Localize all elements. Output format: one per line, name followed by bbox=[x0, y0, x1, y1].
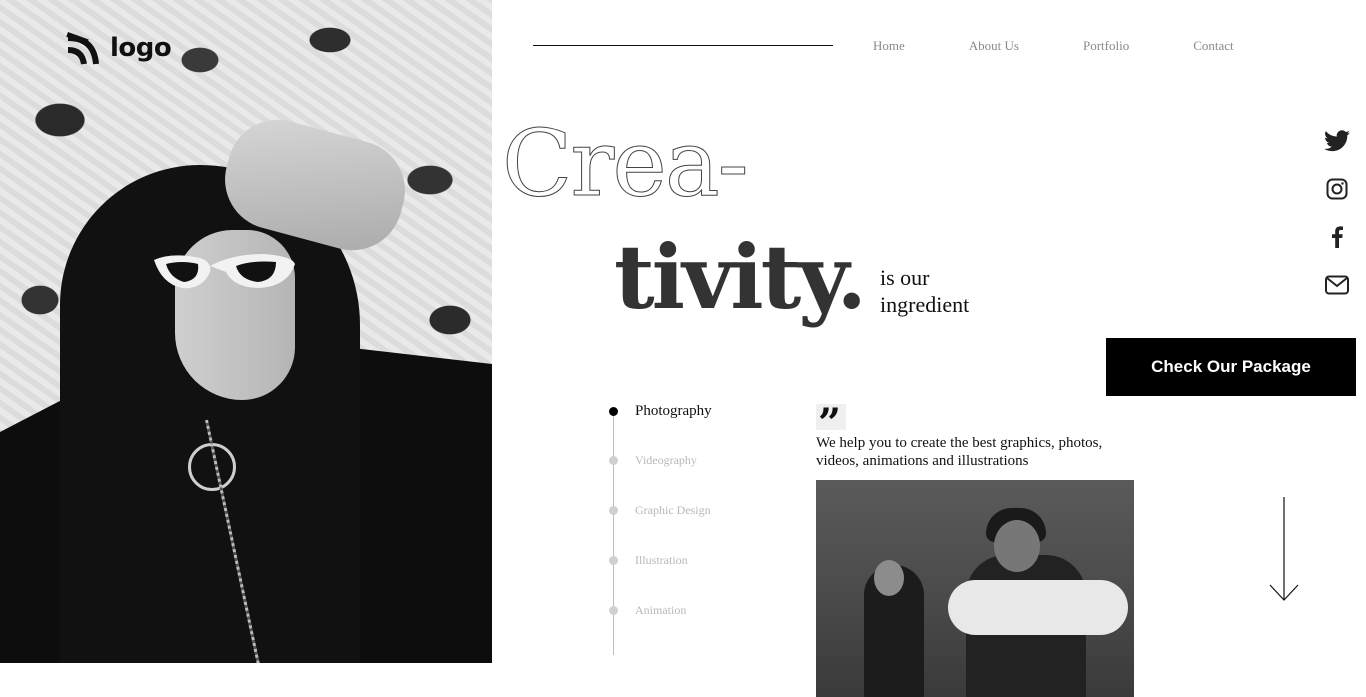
rss-logo-icon bbox=[66, 32, 99, 65]
nav-contact[interactable]: Contact bbox=[1193, 38, 1233, 54]
quote-text: We help you to create the best graphics,… bbox=[816, 435, 1103, 469]
nav-divider bbox=[533, 45, 833, 46]
nav-portfolio[interactable]: Portfolio bbox=[1083, 38, 1129, 54]
twitter-icon[interactable] bbox=[1324, 128, 1350, 154]
sunglasses bbox=[154, 254, 295, 289]
service-item-animation[interactable]: Animation bbox=[609, 603, 686, 618]
headline-outline: Crea- bbox=[502, 110, 750, 217]
scroll-down-arrow-icon[interactable] bbox=[1269, 497, 1299, 603]
instagram-icon[interactable] bbox=[1324, 176, 1350, 202]
service-item-graphic-design[interactable]: Graphic Design bbox=[609, 503, 711, 518]
service-label: Photography bbox=[635, 403, 712, 419]
dancer-left-head bbox=[874, 560, 904, 596]
service-item-illustration[interactable]: Illustration bbox=[609, 553, 688, 568]
service-item-photography[interactable]: Photography bbox=[609, 403, 712, 420]
headline-solid: tivity. bbox=[614, 225, 867, 329]
dancer-right-jacket bbox=[948, 580, 1128, 635]
timeline-dot bbox=[609, 606, 618, 615]
mail-icon[interactable] bbox=[1324, 272, 1350, 298]
timeline-dot bbox=[609, 556, 618, 565]
logo-text: logo bbox=[110, 33, 172, 63]
hero-photo bbox=[0, 0, 492, 663]
timeline-dot bbox=[609, 456, 618, 465]
dancers-photo bbox=[816, 480, 1134, 697]
service-label: Illustration bbox=[635, 553, 688, 567]
services-timeline bbox=[613, 410, 614, 655]
timeline-dot bbox=[609, 407, 618, 416]
nav-about-us[interactable]: About Us bbox=[969, 38, 1019, 54]
service-label: Videography bbox=[635, 453, 697, 467]
quote-mark-icon: ” bbox=[816, 404, 846, 444]
dancer-right-head bbox=[994, 520, 1040, 572]
social-links bbox=[1324, 128, 1350, 298]
service-item-videography[interactable]: Videography bbox=[609, 453, 697, 468]
timeline-dot bbox=[609, 506, 618, 515]
facebook-icon[interactable] bbox=[1324, 224, 1350, 250]
nav-home[interactable]: Home bbox=[873, 38, 905, 54]
main-nav: Home About Us Portfolio Contact bbox=[873, 38, 1234, 54]
check-package-button[interactable]: Check Our Package bbox=[1106, 338, 1356, 396]
service-label: Graphic Design bbox=[635, 503, 711, 517]
tagline: is our ingredient bbox=[880, 265, 970, 317]
logo[interactable]: logo bbox=[66, 30, 172, 66]
service-label: Animation bbox=[635, 603, 687, 617]
